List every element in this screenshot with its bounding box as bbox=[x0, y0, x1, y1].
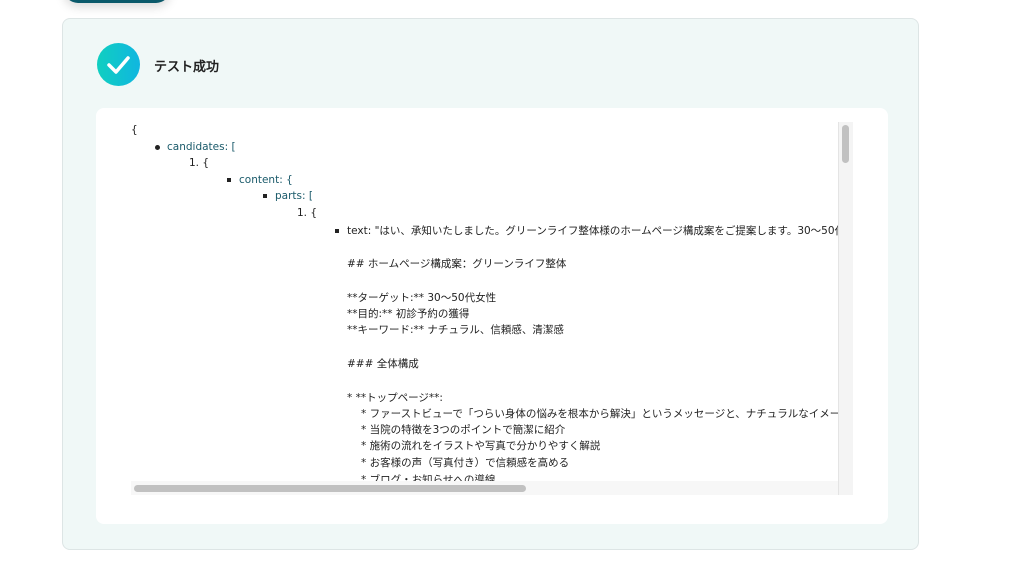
result-title: テスト成功 bbox=[154, 60, 220, 75]
output-card: { candidates: [ 1. { content: { parts: [… bbox=[96, 108, 888, 524]
tree-item: 1. { bbox=[297, 207, 318, 219]
bullet bbox=[263, 194, 267, 198]
text-value: text: "はい、承知いたしました。グリーンライフ整体様のホームページ構成案を… bbox=[347, 225, 839, 237]
horizontal-scroll-thumb[interactable] bbox=[134, 485, 526, 492]
text-line: **キーワード:** ナチュラル、信頼感、清潔感 bbox=[347, 324, 564, 336]
text-line: text: "はい、承知いたしました。グリーンライフ整体様のホームページ構成案を… bbox=[335, 223, 839, 238]
text-line: * ファーストビューで「つらい身体の悩みを根本から解決」というメッセージと、ナチ… bbox=[361, 408, 839, 420]
tree-parts: parts: [ bbox=[263, 190, 313, 202]
text-line: * お客様の声（写真付き）で信頼感を高める bbox=[361, 457, 570, 469]
tree-item: 1. { bbox=[189, 157, 210, 169]
tree-content: content: { bbox=[227, 174, 293, 186]
vertical-scrollbar[interactable] bbox=[838, 122, 853, 495]
text-line: **目的:** 初診予約の獲得 bbox=[347, 308, 470, 320]
bullet bbox=[155, 144, 160, 150]
test-result-panel: テスト成功 { candidates: [ 1. { content: { pa… bbox=[62, 18, 919, 550]
text-line: * 当院の特徴を3つのポイントで簡潔に紹介 bbox=[361, 424, 566, 436]
top-button[interactable] bbox=[64, 0, 170, 3]
tree-key: content: { bbox=[239, 174, 293, 186]
json-output-view[interactable]: { candidates: [ 1. { content: { parts: [… bbox=[131, 122, 839, 482]
text-line: ### 全体構成 bbox=[347, 358, 419, 370]
text-line: **ターゲット:** 30〜50代女性 bbox=[347, 292, 497, 304]
text-line: * **トップページ**: bbox=[347, 392, 443, 404]
text-line: * 施術の流れをイラストや写真で分かりやすく解説 bbox=[361, 440, 601, 452]
tree-key: parts: [ bbox=[275, 190, 313, 202]
tree-brace: { bbox=[131, 124, 138, 136]
tree-key: candidates: [ bbox=[167, 141, 236, 153]
check-circle-icon bbox=[97, 43, 140, 86]
tree-candidates: candidates: [ bbox=[155, 141, 236, 153]
bullet bbox=[335, 229, 339, 233]
text-line: ## ホームページ構成案：グリーンライフ整体 bbox=[347, 258, 567, 270]
vertical-scroll-thumb[interactable] bbox=[842, 125, 849, 163]
horizontal-scrollbar[interactable] bbox=[131, 481, 838, 495]
bullet bbox=[227, 178, 231, 182]
